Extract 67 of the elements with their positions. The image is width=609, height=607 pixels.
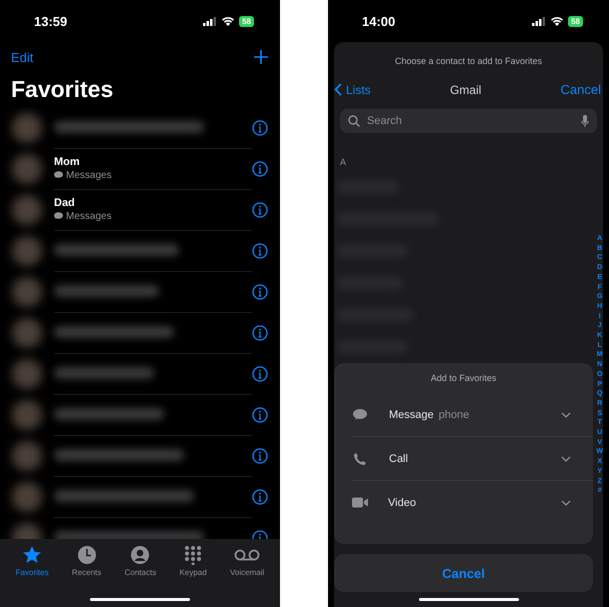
message-icon [54,212,63,220]
avatar [12,276,42,306]
cancel-button[interactable]: Cancel [334,554,593,592]
info-icon[interactable] [252,120,268,136]
avatar [12,236,42,266]
video-camera-icon [352,497,368,508]
avatar [12,154,42,184]
wifi-icon [222,16,234,26]
info-icon[interactable] [252,324,268,340]
contact-detail: Messages [66,210,112,222]
battery-level: 58 [239,16,254,26]
contact-name[interactable]: Mom [54,156,252,168]
microphone-icon[interactable] [581,114,589,128]
section-header: A [339,156,348,167]
contact-detail: Messages [66,170,112,180]
cancel-link[interactable]: Cancel [560,82,601,97]
tab[interactable]: Favorites [16,545,49,579]
battery-level: 58 [568,16,583,26]
avatar [12,358,42,388]
keypad-icon [183,545,204,565]
signal-icon [203,16,218,26]
wifi-icon [551,16,564,26]
status-time: 13:59 [34,14,68,28]
edit-button[interactable]: Edit [11,50,34,64]
tab[interactable]: Contacts [124,545,156,579]
page-title: Favorites [10,75,114,104]
avatar [12,482,42,512]
option-row[interactable]: Video [352,481,593,524]
option-row[interactable]: Call [352,437,593,481]
option-row[interactable]: Message phone [352,393,593,437]
tab[interactable]: Keypad [180,545,207,579]
star-icon [22,545,42,565]
avatar [12,112,42,142]
info-icon[interactable] [252,160,268,176]
avatar [12,440,42,470]
search-bar[interactable]: Search [340,109,597,133]
info-icon[interactable] [252,406,268,422]
chevron-icon [561,456,571,462]
info-icon[interactable] [252,366,268,382]
avatar [12,400,42,430]
person-icon [130,545,150,565]
prompt-text: Choose a contact to add to Favorites [394,55,544,66]
status-time: 14:00 [362,14,396,28]
phone-icon [353,452,367,466]
back-button[interactable]: Lists [334,82,371,96]
info-icon[interactable] [252,242,268,258]
avatar [12,194,42,224]
avatar [12,318,42,348]
message-icon [54,171,63,179]
tab[interactable]: Recents [72,545,102,579]
search-icon [348,115,360,127]
add-icon[interactable] [254,50,268,64]
sheet-title: Add to Favorites [430,372,498,385]
speech-bubble-icon [353,408,367,420]
tab[interactable]: Voicemail [230,545,264,579]
info-icon[interactable] [252,488,268,504]
chevron-left-icon [334,83,342,96]
chevron-icon [561,500,571,506]
list-title: Gmail [450,82,482,96]
chevron-icon [561,412,571,418]
signal-icon [532,16,546,26]
info-icon[interactable] [252,448,268,464]
contact-name[interactable]: Dad [54,196,252,208]
info-icon[interactable] [252,284,268,300]
info-icon[interactable] [252,202,268,218]
clock-icon [76,545,97,565]
search-field[interactable]: Search [365,114,576,128]
